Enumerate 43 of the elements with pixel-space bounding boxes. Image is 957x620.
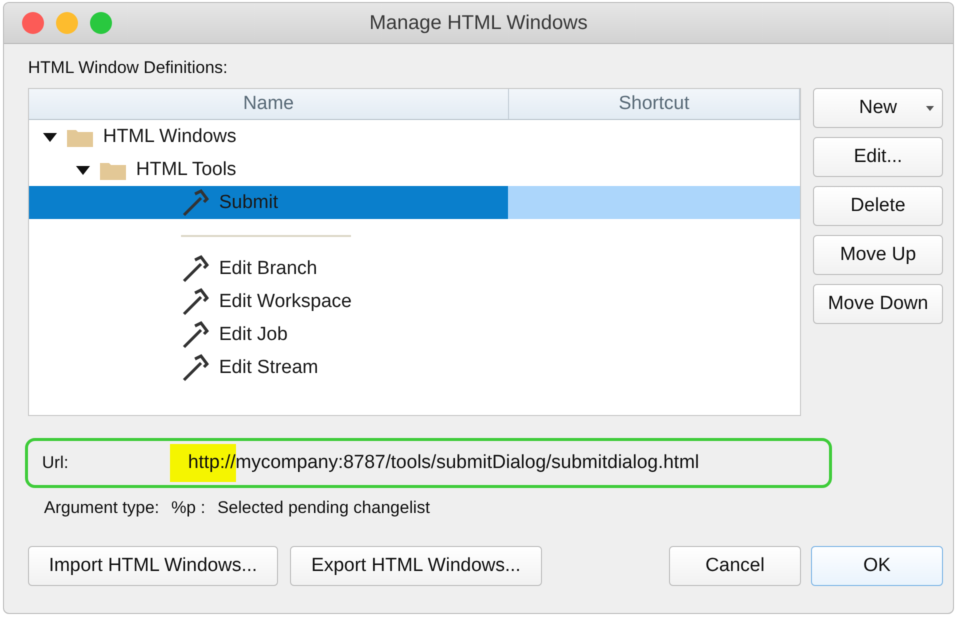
column-header[interactable]: Shortcut <box>509 89 800 119</box>
tree-item-label: Edit Stream <box>219 356 318 378</box>
section-label: HTML Window Definitions: <box>28 58 229 78</box>
side-button[interactable]: Delete <box>813 186 943 226</box>
window-title: Manage HTML Windows <box>369 12 588 34</box>
tree-item-label: Edit Workspace <box>219 290 352 312</box>
argument-code: %p : <box>171 498 206 518</box>
tree-row[interactable]: HTML Tools <box>29 153 508 186</box>
hammer-icon <box>181 354 209 382</box>
zoom-button[interactable] <box>90 12 112 34</box>
tree-row[interactable]: Edit Workspace <box>29 285 508 318</box>
tree-row[interactable]: HTML Windows <box>29 120 508 153</box>
dialog-button[interactable]: Export HTML Windows... <box>290 546 542 586</box>
tree-row[interactable]: Submit <box>29 186 508 219</box>
hammer-icon <box>181 288 209 316</box>
tree-item-label: HTML Tools <box>136 158 236 180</box>
tree-item-label: HTML Windows <box>103 126 236 148</box>
minimize-button[interactable] <box>56 12 78 34</box>
url-label: Url: <box>42 453 70 473</box>
tree-item-label: Edit Job <box>219 324 288 346</box>
hammer-icon <box>181 320 209 348</box>
disclosure-triangle-icon[interactable] <box>43 130 57 142</box>
dialog-button[interactable]: OK <box>811 546 943 586</box>
hammer-icon <box>181 254 209 282</box>
tree-item-label: Edit Branch <box>219 258 318 280</box>
side-button[interactable]: New <box>813 88 943 128</box>
hammer-icon <box>181 188 209 216</box>
argument-label: Argument type: <box>44 498 160 518</box>
url-value: http://mycompany:8787/tools/submitDialog/submitdialog.html <box>170 444 700 482</box>
side-button[interactable]: Move Up <box>813 235 943 275</box>
tree-item-label: Submit <box>219 192 278 214</box>
caret-icon <box>926 106 934 111</box>
disclosure-triangle-icon[interactable] <box>76 164 90 176</box>
column-header[interactable]: Name <box>29 89 509 119</box>
dialog-button[interactable]: Import HTML Windows... <box>28 546 278 586</box>
tree-row[interactable]: Edit Stream <box>29 351 508 384</box>
dialog-button[interactable]: Cancel <box>669 546 801 586</box>
argument-description: Selected pending changelist <box>217 498 430 518</box>
side-button[interactable]: Move Down <box>813 284 943 324</box>
close-button[interactable] <box>22 12 44 34</box>
tree-row[interactable]: Edit Job <box>29 318 508 351</box>
side-button[interactable]: Edit... <box>813 137 943 177</box>
tree-row[interactable]: Edit Branch <box>29 252 508 285</box>
